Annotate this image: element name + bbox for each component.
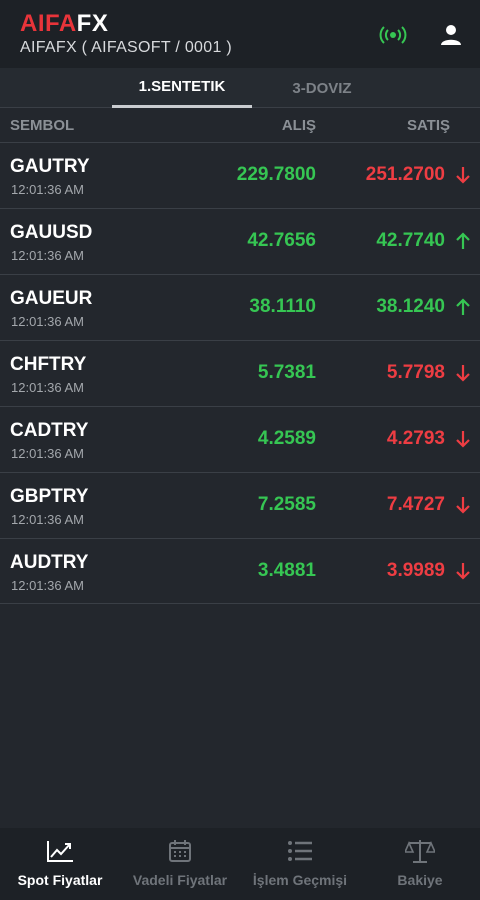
column-bid-header: ALIŞ xyxy=(281,117,316,134)
quote-list: GAUTRY 12:01:36 AM 229.7800 251.2700 GAU… xyxy=(0,142,480,604)
user-profile-icon[interactable] xyxy=(436,20,466,50)
arrow-up-icon xyxy=(456,298,470,315)
quote-time: 12:01:36 AM xyxy=(11,182,84,197)
logo-aifa: AIFA xyxy=(20,10,77,37)
quote-bid: 42.7656 xyxy=(247,230,316,251)
app-header: AIFAFX AIFAFX ( AIFASOFT / 0001 ) xyxy=(0,0,480,68)
quote-symbol: AUDTRY xyxy=(10,552,89,573)
quote-row[interactable]: GAUTRY 12:01:36 AM 229.7800 251.2700 xyxy=(0,142,480,208)
quote-ask: 4.2793 xyxy=(386,428,445,449)
calendar-icon xyxy=(165,838,195,864)
tab-bar: 1.SENTETIK 3-DOVIZ xyxy=(0,68,480,108)
quote-time: 12:01:36 AM xyxy=(11,314,84,329)
column-ask-header: SATIŞ xyxy=(406,117,450,134)
arrow-up-icon xyxy=(456,232,470,249)
quote-time: 12:01:36 AM xyxy=(11,380,84,395)
quote-time: 12:01:36 AM xyxy=(11,578,84,593)
quote-time: 12:01:36 AM xyxy=(11,446,84,461)
nav-label: Bakiye xyxy=(397,872,443,888)
quote-symbol: CADTRY xyxy=(10,420,89,441)
quote-row[interactable]: CADTRY 12:01:36 AM 4.2589 4.2793 xyxy=(0,406,480,472)
list-icon xyxy=(285,838,315,864)
quote-bid: 5.7381 xyxy=(257,362,316,383)
signal-broadcast-icon[interactable] xyxy=(378,20,408,50)
column-symbol-header: SEMBOL xyxy=(10,117,75,134)
column-header: SEMBOL ALIŞ SATIŞ xyxy=(0,108,480,142)
tab-sentetik[interactable]: 1.SENTETIK xyxy=(112,68,252,108)
quote-row[interactable]: AUDTRY 12:01:36 AM 3.4881 3.9989 xyxy=(0,538,480,604)
quote-time: 12:01:36 AM xyxy=(11,248,84,263)
nav-spot-prices[interactable]: Spot Fiyatlar xyxy=(0,828,120,900)
quote-row[interactable]: CHFTRY 12:01:36 AM 5.7381 5.7798 xyxy=(0,340,480,406)
bottom-navigation: Spot Fiyatlar Vadeli Fiyatlar İşlem Geçm… xyxy=(0,828,480,900)
quote-symbol: GBPTRY xyxy=(10,486,89,507)
arrow-down-icon xyxy=(456,563,470,580)
nav-futures-prices[interactable]: Vadeli Fiyatlar xyxy=(120,828,240,900)
quote-symbol: GAUUSD xyxy=(10,222,93,243)
quote-time: 12:01:36 AM xyxy=(11,512,84,527)
quote-bid: 3.4881 xyxy=(257,560,316,581)
quote-symbol: GAUEUR xyxy=(10,288,93,309)
quote-row[interactable]: GAUEUR 12:01:36 AM 38.1110 38.1240 xyxy=(0,274,480,340)
arrow-down-icon xyxy=(456,365,470,382)
quote-bid: 7.2585 xyxy=(257,494,316,515)
arrow-down-icon xyxy=(456,431,470,448)
quote-row[interactable]: GBPTRY 12:01:36 AM 7.2585 7.4727 xyxy=(0,472,480,538)
quote-symbol: GAUTRY xyxy=(10,156,90,177)
logo-fx: FX xyxy=(76,10,109,37)
quote-ask: 7.4727 xyxy=(386,494,445,515)
quote-symbol: CHFTRY xyxy=(10,354,87,375)
quote-ask: 5.7798 xyxy=(386,362,445,383)
arrow-down-icon xyxy=(456,167,470,184)
quote-ask: 38.1240 xyxy=(376,296,445,317)
tab-doviz[interactable]: 3-DOVIZ xyxy=(252,68,392,108)
nav-label: Spot Fiyatlar xyxy=(17,872,103,888)
nav-transaction-history[interactable]: İşlem Geçmişi xyxy=(240,828,360,900)
nav-label: İşlem Geçmişi xyxy=(252,872,348,888)
quote-bid: 4.2589 xyxy=(257,428,316,449)
quote-bid: 38.1110 xyxy=(249,296,316,317)
line-chart-icon xyxy=(45,838,75,864)
quote-row[interactable]: GAUUSD 12:01:36 AM 42.7656 42.7740 xyxy=(0,208,480,274)
nav-label: Vadeli Fiyatlar xyxy=(132,872,228,888)
quote-ask: 42.7740 xyxy=(376,230,445,251)
quote-ask: 251.2700 xyxy=(365,164,445,185)
quote-ask: 3.9989 xyxy=(386,560,445,581)
balance-scale-icon xyxy=(405,838,435,864)
account-subtitle: AIFAFX ( AIFASOFT / 0001 ) xyxy=(20,39,233,56)
quote-bid: 229.7800 xyxy=(236,164,316,185)
arrow-down-icon xyxy=(456,497,470,514)
app-logo: AIFAFX xyxy=(20,10,108,38)
nav-balance[interactable]: Bakiye xyxy=(360,828,480,900)
